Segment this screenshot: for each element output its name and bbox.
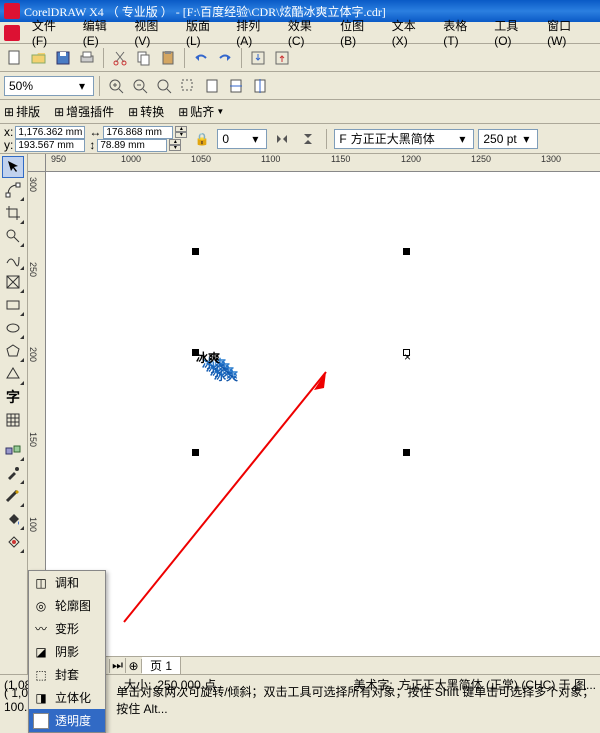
rectangle-tool[interactable]	[2, 294, 24, 316]
interactive-fill-tool[interactable]	[2, 531, 24, 553]
canvas[interactable]: 冰爽 冰爽 冰爽 冰爽 冰爽	[46, 172, 600, 656]
polygon-tool[interactable]	[2, 340, 24, 362]
smart-fill-tool[interactable]	[2, 271, 24, 293]
menu-edit[interactable]: 编辑(E)	[77, 15, 129, 50]
page-add-button[interactable]: ⊕	[126, 659, 142, 673]
app-icon-small	[4, 25, 20, 41]
width-input[interactable]	[103, 126, 173, 139]
property-bar: x: y: ↔▴▾ ↕▴▾ 🔒 0▾ F方正正大黑简体▾ 250 pt▾	[0, 124, 600, 154]
page-last-button[interactable]: ⏭	[110, 658, 126, 673]
ruler-corner[interactable]	[28, 154, 46, 172]
zoom-width-button[interactable]	[225, 75, 247, 97]
artwork-3d-text[interactable]: 冰爽 冰爽 冰爽 冰爽 冰爽	[196, 252, 600, 452]
zoom-tool[interactable]	[2, 225, 24, 247]
undo-button[interactable]	[190, 47, 212, 69]
status-hint: 单击对象两次可旋转/倾斜；双击工具可选择所有对象；按住 Shift 键单击可选择…	[116, 683, 596, 717]
toolbox: 字	[0, 154, 28, 674]
flyout-contour[interactable]: ◎轮廓图	[29, 594, 105, 617]
dropdown-arrow-icon: ▾	[75, 79, 89, 93]
flyout-distort[interactable]: 〰变形	[29, 617, 105, 640]
interactive-tool-flyout: ◫调和 ◎轮廓图 〰变形 ◪阴影 ⬚封套 ◨立体化 ▥透明度	[28, 570, 106, 733]
mirror-v-button[interactable]	[297, 128, 319, 150]
lock-ratio-button[interactable]: 🔒	[191, 128, 213, 150]
position-fields: x: y:	[4, 126, 85, 152]
menu-file[interactable]: 文件(F)	[26, 15, 77, 50]
fill-tool[interactable]	[2, 508, 24, 530]
save-button[interactable]	[52, 47, 74, 69]
text-tool[interactable]: 字	[2, 386, 24, 408]
canvas-area: 950 1000 1050 1100 1150 1200 1250 1300 3…	[28, 154, 600, 674]
tab-convert[interactable]: ⊞转换	[128, 103, 164, 120]
pick-tool[interactable]	[2, 156, 24, 178]
shape-tool[interactable]	[2, 179, 24, 201]
x-input[interactable]	[15, 126, 85, 139]
ellipse-tool[interactable]	[2, 317, 24, 339]
zoom-page-button[interactable]	[201, 75, 223, 97]
zoom-out-button[interactable]	[129, 75, 151, 97]
menu-window[interactable]: 窗口(W)	[541, 15, 596, 50]
menu-layout[interactable]: 版面(L)	[180, 15, 230, 50]
table-tool[interactable]	[2, 409, 24, 431]
tab-enhance[interactable]: ⊞增强插件	[54, 103, 114, 120]
redo-button[interactable]	[214, 47, 236, 69]
new-button[interactable]	[4, 47, 26, 69]
interactive-blend-tool[interactable]	[2, 439, 24, 461]
flyout-envelope[interactable]: ⬚封套	[29, 663, 105, 686]
menu-bitmap[interactable]: 位图(B)	[334, 15, 386, 50]
freehand-tool[interactable]	[2, 248, 24, 270]
zoom-in-button[interactable]	[105, 75, 127, 97]
export-button[interactable]	[271, 47, 293, 69]
open-button[interactable]	[28, 47, 50, 69]
center-marker[interactable]: ×	[403, 349, 410, 356]
flyout-transparency[interactable]: ▥透明度	[29, 709, 105, 732]
font-size-combo[interactable]: 250 pt▾	[478, 129, 538, 149]
zoom-toolbar: 50% ▾	[0, 72, 600, 100]
plugin-toolbar: ⊞排版 ⊞增强插件 ⊞转换 ⊞贴齐▼	[0, 100, 600, 124]
menu-text[interactable]: 文本(X)	[386, 15, 438, 50]
svg-text:冰爽: 冰爽	[196, 350, 220, 365]
print-button[interactable]	[76, 47, 98, 69]
y-input[interactable]	[15, 139, 85, 152]
eyedropper-tool[interactable]	[2, 462, 24, 484]
zoom-selection-button[interactable]	[177, 75, 199, 97]
workspace: 字 ◫调和 ◎轮廓图 〰变形 ◪阴影 ⬚封套 ◨立体化 ▥透明度 950 100…	[0, 154, 600, 674]
mirror-h-button[interactable]	[271, 128, 293, 150]
import-button[interactable]	[247, 47, 269, 69]
menu-effects[interactable]: 效果(C)	[282, 15, 334, 50]
horizontal-ruler[interactable]: 950 1000 1050 1100 1150 1200 1250 1300	[46, 154, 600, 172]
app-icon	[4, 3, 20, 19]
height-input[interactable]	[97, 139, 167, 152]
flyout-extrude[interactable]: ◨立体化	[29, 686, 105, 709]
menu-tools[interactable]: 工具(O)	[488, 15, 541, 50]
menu-arrange[interactable]: 排列(A)	[230, 15, 282, 50]
cut-button[interactable]	[109, 47, 131, 69]
zoom-height-button[interactable]	[249, 75, 271, 97]
rotate-combo[interactable]: 0▾	[217, 129, 267, 149]
menu-view[interactable]: 视图(V)	[128, 15, 180, 50]
flyout-blend[interactable]: ◫调和	[29, 571, 105, 594]
zoom-value: 50%	[9, 79, 75, 93]
menu-table[interactable]: 表格(T)	[437, 15, 488, 50]
outline-tool[interactable]	[2, 485, 24, 507]
tab-layout[interactable]: ⊞排版	[4, 103, 40, 120]
menu-bar: 文件(F) 编辑(E) 视图(V) 版面(L) 排列(A) 效果(C) 位图(B…	[0, 22, 600, 44]
zoom-all-button[interactable]	[153, 75, 175, 97]
page-navigator: ⏮ ◀ 1 ▶ ⏭ ⊕ 页 1	[46, 656, 600, 674]
flyout-shadow[interactable]: ◪阴影	[29, 640, 105, 663]
basic-shapes-tool[interactable]	[2, 363, 24, 385]
zoom-combo[interactable]: 50% ▾	[4, 76, 94, 96]
size-fields: ↔▴▾ ↕▴▾	[89, 126, 187, 152]
page-tab-1[interactable]: 页 1	[142, 657, 181, 674]
crop-tool[interactable]	[2, 202, 24, 224]
font-combo[interactable]: F方正正大黑简体▾	[334, 129, 474, 149]
paste-button[interactable]	[157, 47, 179, 69]
tab-snap[interactable]: ⊞贴齐▼	[178, 103, 224, 120]
copy-button[interactable]	[133, 47, 155, 69]
